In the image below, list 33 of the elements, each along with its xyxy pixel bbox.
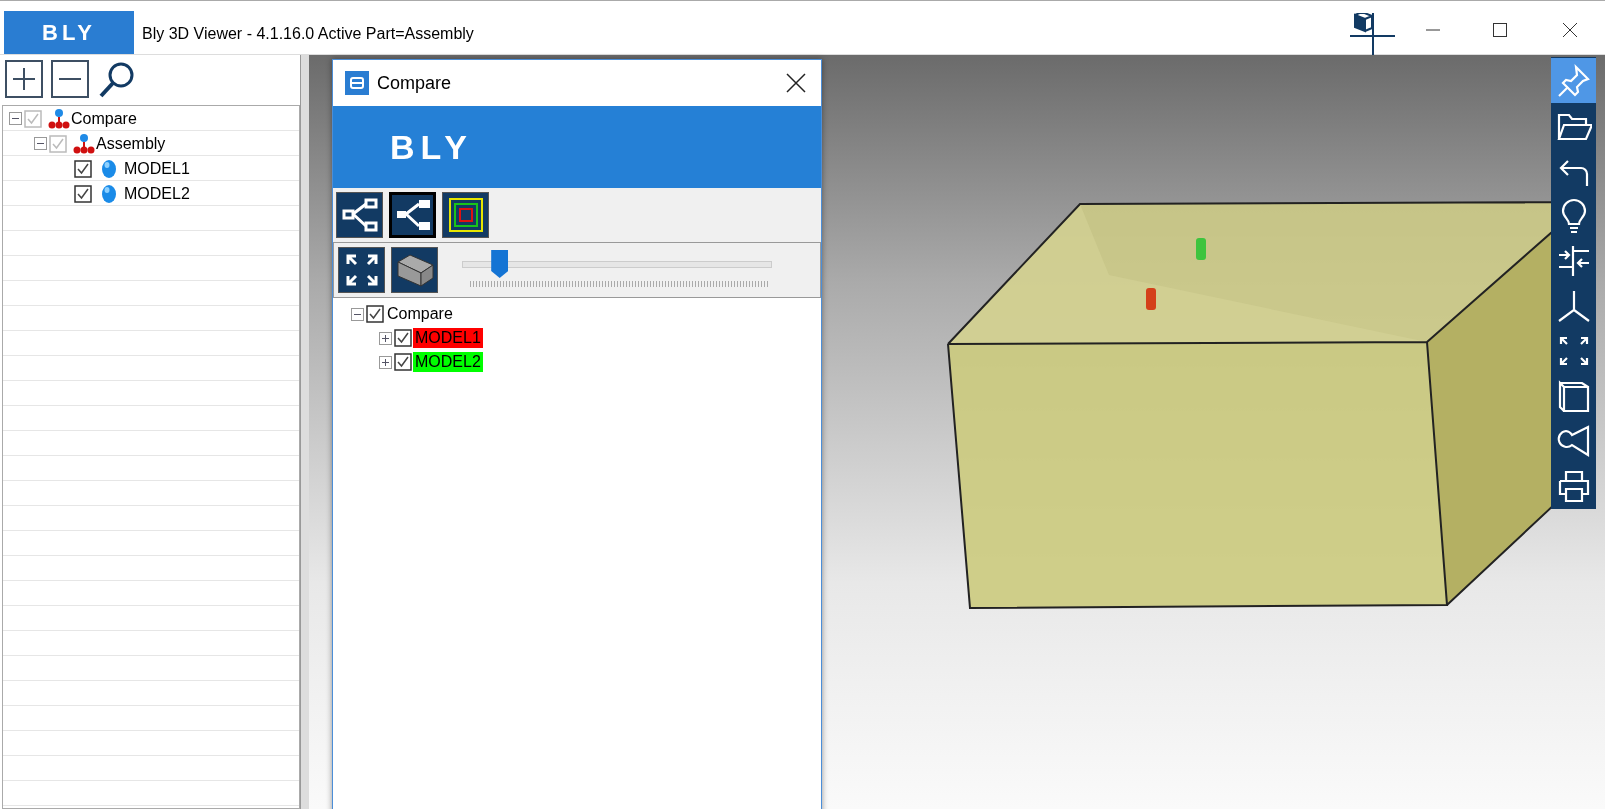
dialog-title: Compare [377,72,452,94]
nested-squares-icon [446,196,485,234]
assembly-icon [48,107,70,130]
minus-icon [59,78,81,80]
expand-toggle[interactable] [351,307,364,321]
app-icon [345,71,369,95]
expand-toggle[interactable] [379,355,392,369]
minimize-icon [1426,29,1440,31]
network-tree-icon [340,196,379,234]
tool-button[interactable] [336,192,383,238]
maximize-icon [1492,22,1508,38]
banner-logo: BLY [390,127,473,167]
app-logo: BLY [4,11,134,54]
collapse-all-button[interactable] [51,60,89,98]
view-cube-icon[interactable] [1350,13,1398,57]
checkbox[interactable] [394,353,412,371]
checkbox[interactable] [366,305,384,323]
box-view-button[interactable] [391,247,438,293]
close-icon [1562,22,1578,38]
window-title: Bly 3D Viewer - 4.1.16.0 Active Part=Assembly [142,24,474,43]
slider-thumb[interactable] [491,250,509,278]
expand-all-button[interactable] [5,60,43,98]
tool-button[interactable] [442,192,489,238]
plus-icon [10,65,38,93]
tree-item[interactable]: Compare [385,304,455,324]
tool-button[interactable] [389,192,436,238]
checkbox[interactable] [394,329,412,347]
assembly-icon [73,132,95,155]
slider[interactable] [462,250,772,290]
expand-toggle[interactable] [379,331,392,345]
tree-item[interactable]: MODEL2 [413,352,483,372]
fit-view-button[interactable] [338,247,385,293]
tree-item[interactable]: MODEL1 [413,328,483,348]
